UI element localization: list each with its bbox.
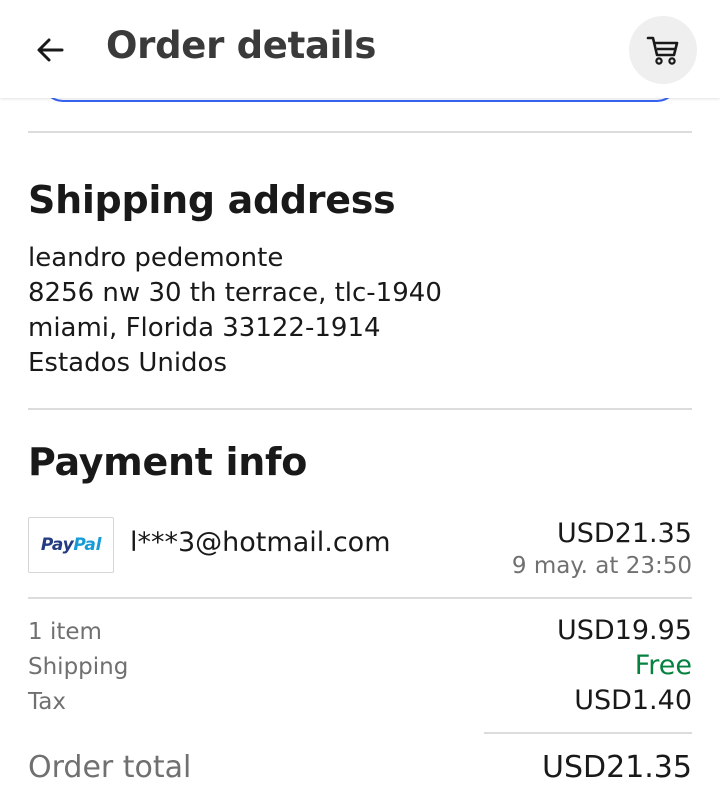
- paypal-logo: PayPal: [40, 535, 102, 555]
- divider: [28, 408, 692, 410]
- cart-button[interactable]: [629, 16, 697, 84]
- address-name: leandro pedemonte: [28, 243, 284, 273]
- tax-value: USD1.40: [574, 685, 692, 716]
- cart-icon: [646, 36, 679, 65]
- shipping-address-heading: Shipping address: [28, 178, 396, 222]
- address-city: miami, Florida 33122-1914: [28, 313, 381, 343]
- item-count-label: 1 item: [28, 619, 102, 645]
- arrow-left-icon: [37, 38, 64, 62]
- back-button[interactable]: [30, 30, 70, 70]
- shipping-address-block: leandro pedemonte 8256 nw 30 th terrace,…: [28, 241, 442, 381]
- payment-info-heading: Payment info: [28, 440, 308, 484]
- address-street: 8256 nw 30 th terrace, tlc-1940: [28, 278, 442, 308]
- divider: [28, 597, 692, 599]
- item-subtotal-value: USD19.95: [557, 615, 692, 646]
- page-title: Order details: [106, 24, 377, 67]
- app-header: Order details: [0, 0, 720, 98]
- order-total-value: USD21.35: [542, 750, 692, 785]
- payment-email: l***3@hotmail.com: [130, 527, 391, 558]
- tax-label: Tax: [28, 689, 66, 715]
- address-country: Estados Unidos: [28, 348, 228, 378]
- shipping-label: Shipping: [28, 654, 129, 680]
- payment-amount: USD21.35: [557, 518, 692, 549]
- total-divider: [484, 732, 692, 734]
- order-total-label: Order total: [28, 750, 192, 785]
- divider: [28, 131, 692, 133]
- shipping-value: Free: [634, 650, 692, 681]
- payment-date: 9 may. at 23:50: [511, 553, 692, 579]
- paypal-logo-box: PayPal: [28, 517, 114, 573]
